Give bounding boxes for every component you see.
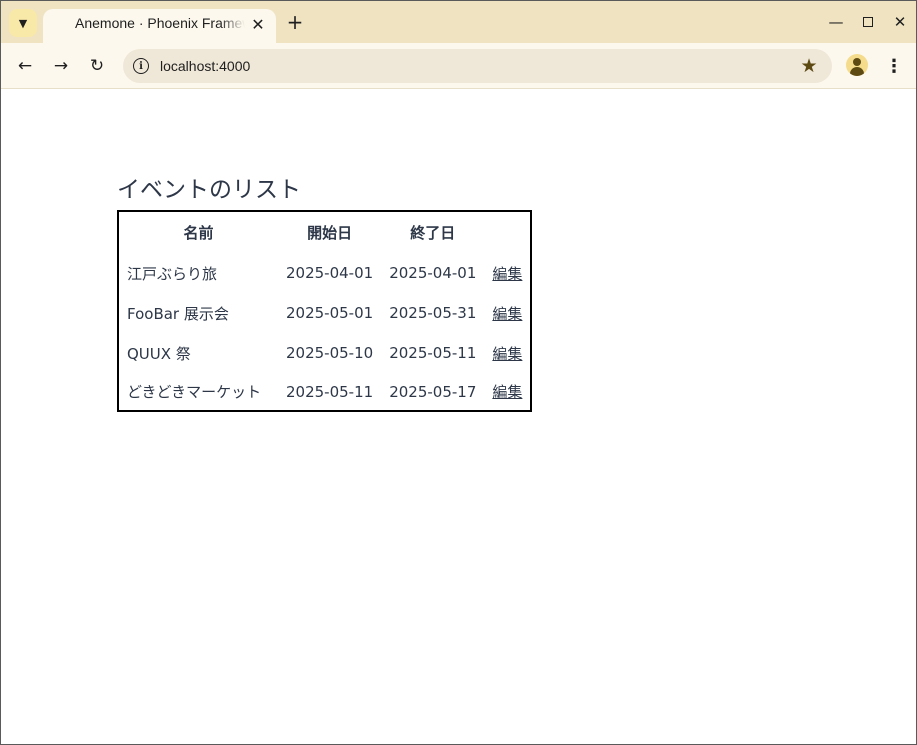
event-name: FooBar 展示会 — [127, 304, 229, 323]
tab-strip: ▼ Anemone · Phoenix Framework ✕ + — ✕ — [1, 1, 916, 43]
table-row: どきどきマーケット 2025-05-11 2025-05-17 編集 — [118, 373, 531, 411]
header-actions — [484, 211, 531, 253]
edit-link[interactable]: 編集 — [492, 345, 522, 363]
event-start-date: 2025-04-01 — [286, 264, 374, 282]
page-title: イベントのリスト — [117, 177, 301, 203]
event-end-date: 2025-05-17 — [389, 382, 477, 401]
edit-link[interactable]: 編集 — [492, 265, 522, 283]
header-end-date: 終了日 — [410, 224, 456, 242]
maximize-icon[interactable] — [857, 11, 879, 33]
edit-link[interactable]: 編集 — [492, 383, 522, 401]
back-arrow-icon[interactable]: ← — [11, 52, 39, 80]
event-start-date: 2025-05-11 — [286, 382, 374, 401]
tab-active[interactable]: Anemone · Phoenix Framework ✕ — [43, 9, 276, 43]
event-end-date: 2025-04-01 — [389, 264, 477, 282]
url-text[interactable]: localhost:4000 — [160, 58, 250, 74]
profile-icon[interactable] — [846, 54, 868, 76]
table-row: 江戸ぶらり旅 2025-04-01 2025-04-01 編集 — [118, 253, 531, 293]
event-name: どきどきマーケット — [127, 383, 262, 401]
tab-search-icon[interactable]: ▼ — [9, 9, 37, 37]
event-name: QUUX 祭 — [127, 344, 191, 363]
event-end-date: 2025-05-31 — [389, 304, 477, 322]
header-start-date: 開始日 — [307, 224, 353, 242]
close-icon[interactable]: ✕ — [889, 11, 911, 33]
events-table: 名前 開始日 終了日 江戸ぶらり旅 2025-04-01 2025-04-01 … — [117, 210, 533, 412]
browser-toolbar: ← → ↻ i localhost:4000 ★ ⋮ — [1, 43, 916, 89]
tab-close-icon[interactable]: ✕ — [248, 14, 268, 34]
minimize-icon[interactable]: — — [825, 11, 847, 33]
menu-icon[interactable]: ⋮ — [882, 54, 906, 78]
table-header-row: 名前 開始日 終了日 — [118, 211, 531, 253]
header-name: 名前 — [183, 224, 214, 242]
page-content: イベントのリスト 名前 開始日 終了日 江戸ぶらり旅 2025-04-01 20… — [1, 90, 916, 744]
table-row: FooBar 展示会 2025-05-01 2025-05-31 編集 — [118, 293, 531, 333]
event-name: 江戸ぶらり旅 — [127, 264, 218, 283]
new-tab-button[interactable]: + — [283, 10, 307, 34]
edit-link[interactable]: 編集 — [492, 305, 522, 323]
forward-arrow-icon[interactable]: → — [47, 52, 75, 80]
tab-title: Anemone · Phoenix Framework — [75, 15, 245, 31]
info-icon[interactable]: i — [133, 58, 149, 74]
event-end-date: 2025-05-11 — [389, 344, 477, 362]
browser-window: ▼ Anemone · Phoenix Framework ✕ + — ✕ ← … — [0, 0, 917, 745]
event-start-date: 2025-05-01 — [286, 304, 374, 322]
table-row: QUUX 祭 2025-05-10 2025-05-11 編集 — [118, 333, 531, 373]
event-start-date: 2025-05-10 — [286, 344, 374, 362]
reload-icon[interactable]: ↻ — [83, 52, 111, 80]
address-bar[interactable]: i localhost:4000 ★ — [123, 49, 832, 83]
star-icon[interactable]: ★ — [797, 54, 821, 78]
